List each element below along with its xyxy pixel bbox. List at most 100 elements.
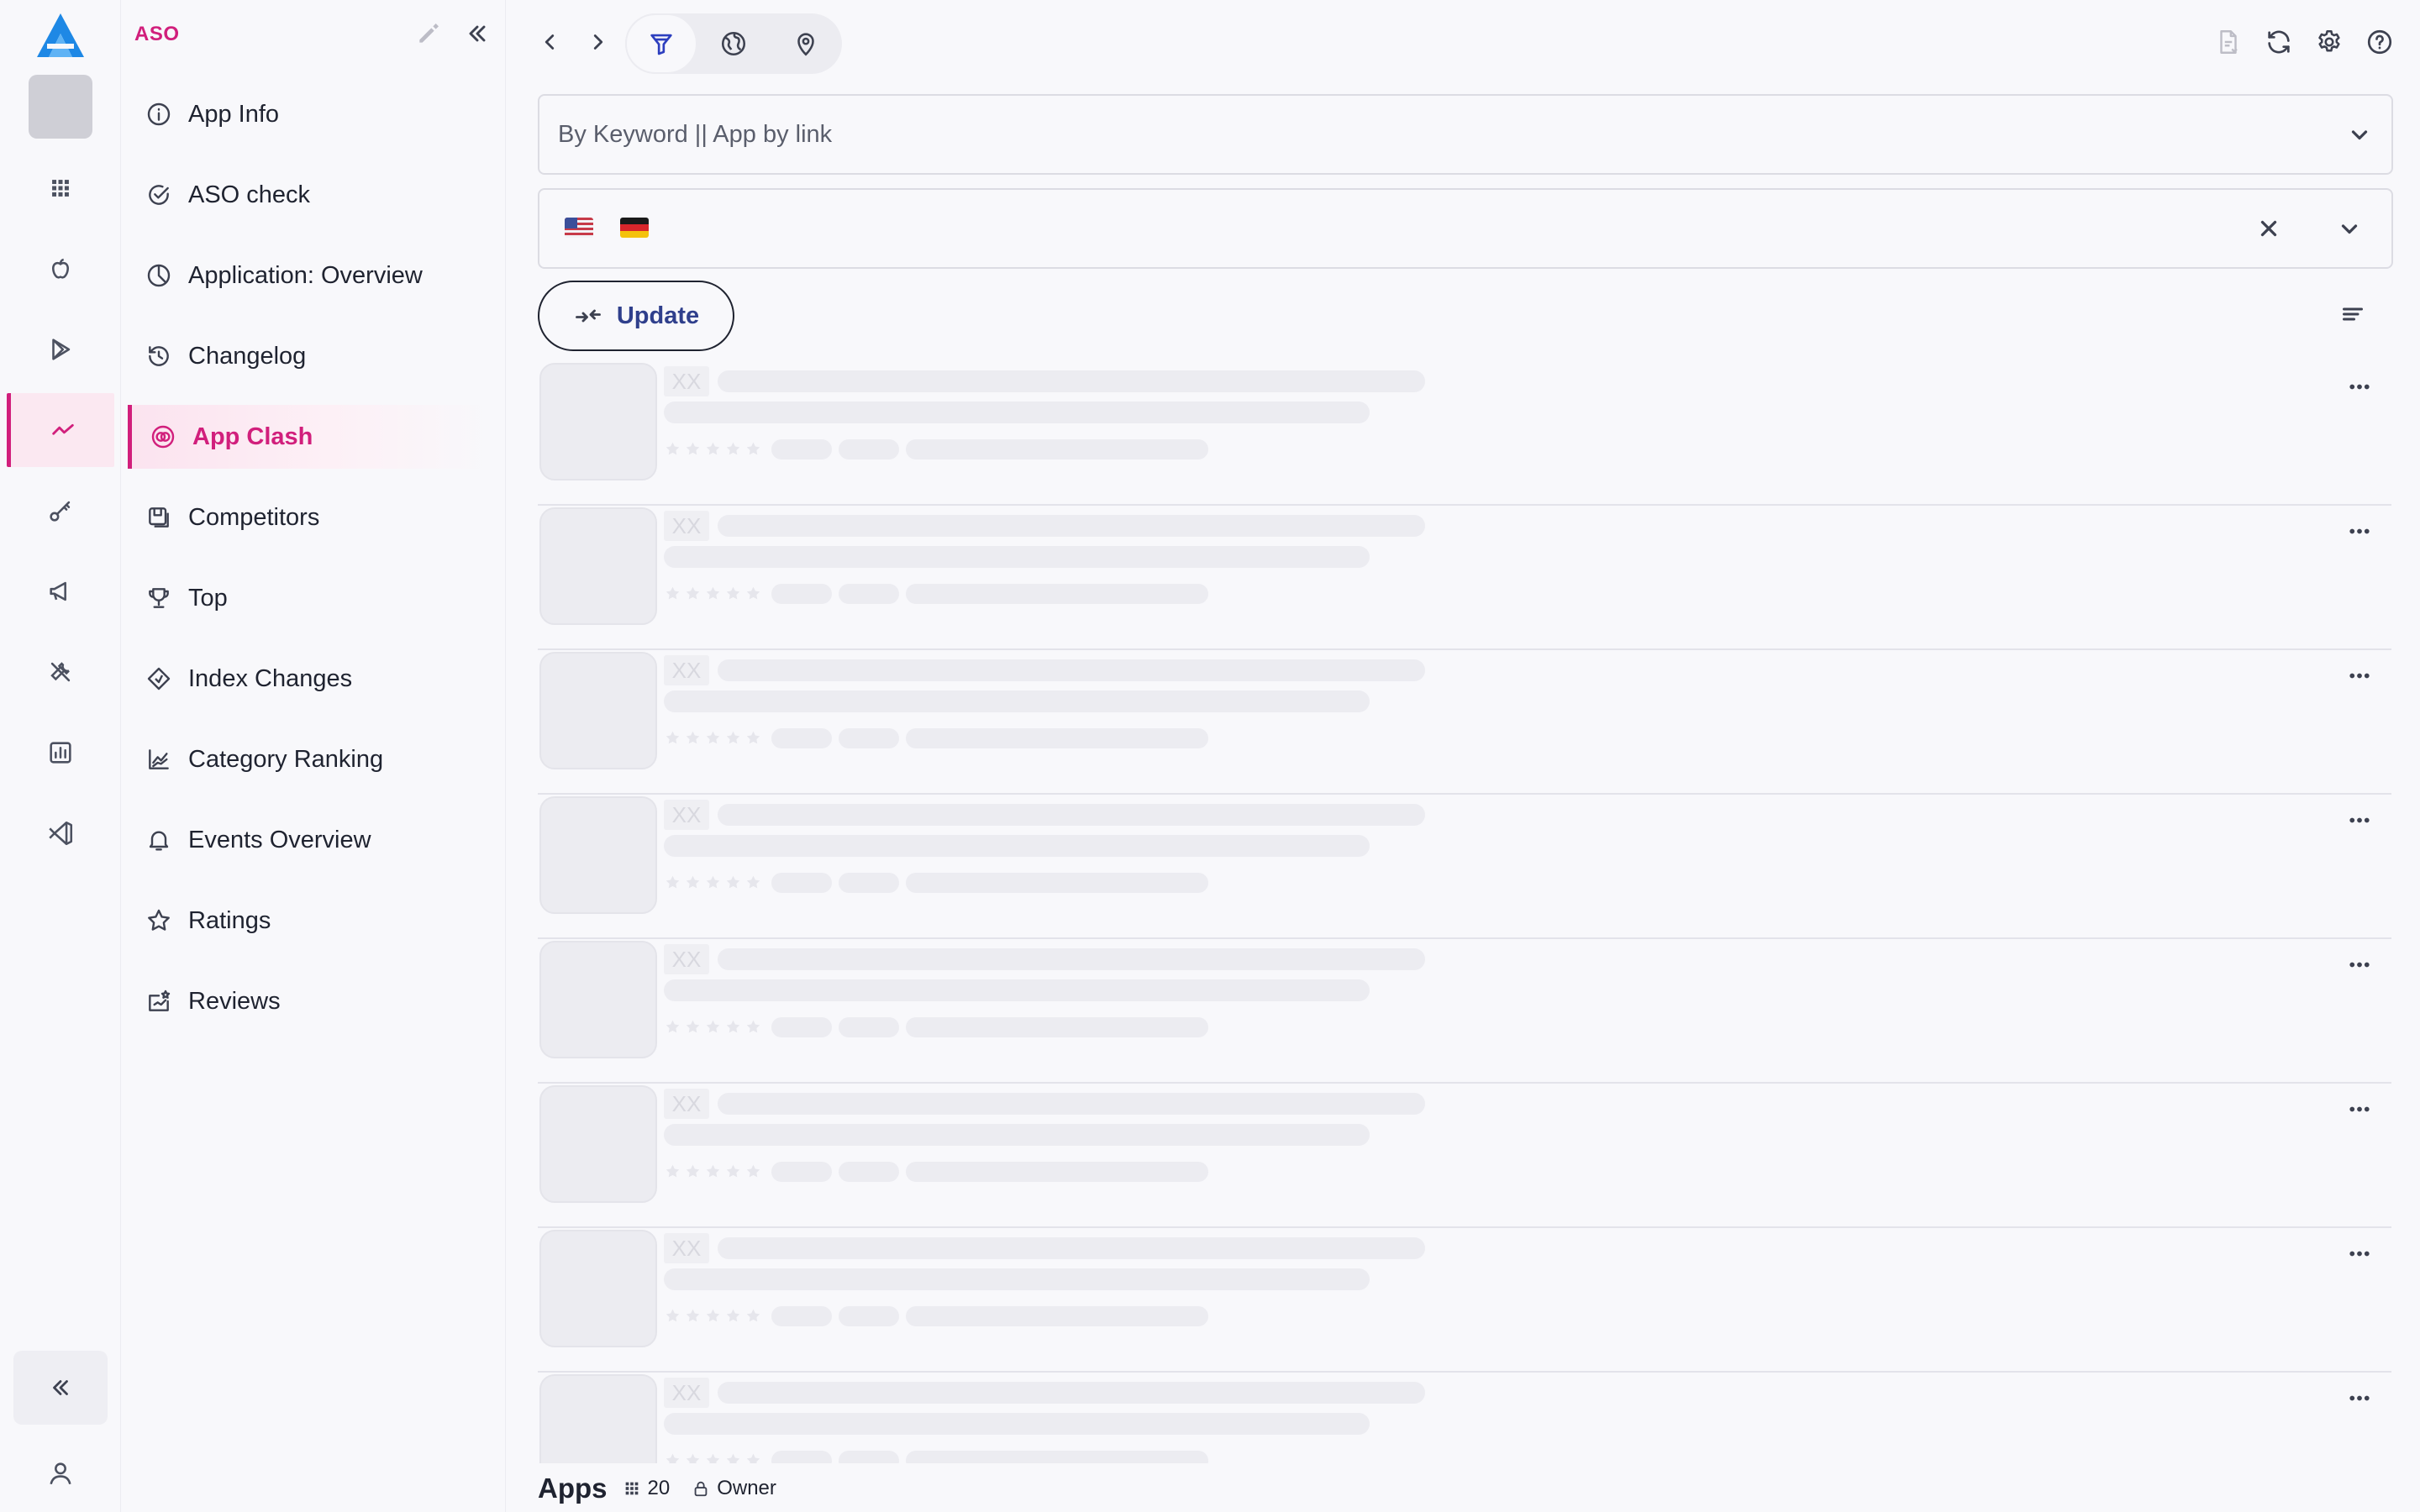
title-placeholder — [718, 1093, 1425, 1115]
collapse-menu-button[interactable] — [464, 20, 494, 50]
chevron-down-icon[interactable] — [2344, 119, 2375, 150]
row-more-button[interactable] — [2343, 517, 2376, 544]
update-button[interactable]: Update — [538, 281, 734, 351]
title-placeholder — [718, 948, 1425, 970]
user-profile-button[interactable] — [37, 1450, 84, 1497]
app-row-skeleton[interactable]: XX — [538, 506, 2391, 650]
app-avatar[interactable] — [29, 75, 92, 139]
menu-item-reviews[interactable]: Reviews — [128, 969, 491, 1033]
menu-item-top[interactable]: Top — [128, 566, 491, 630]
menu-item-events-overview[interactable]: Events Overview — [128, 808, 491, 872]
edit-menu-button[interactable] — [415, 20, 445, 50]
title-placeholder — [718, 370, 1425, 392]
search-input[interactable] — [558, 96, 2306, 173]
rank-placeholder: XX — [664, 366, 709, 396]
meta-placeholder — [771, 1162, 832, 1182]
menu-item-app-clash[interactable]: App Clash — [128, 405, 491, 469]
menu-item-label: Competitors — [188, 503, 320, 531]
star-icon — [706, 731, 720, 744]
help-button[interactable] — [2363, 25, 2396, 59]
rail-tools[interactable] — [7, 635, 114, 709]
app-row-skeleton[interactable]: XX — [538, 939, 2391, 1084]
pencil-icon — [419, 24, 439, 43]
megaphone-icon — [50, 581, 66, 601]
menu-item-category-ranking[interactable]: Category Ranking — [128, 727, 491, 791]
menu-item-ratings[interactable]: Ratings — [128, 889, 491, 953]
app-row-skeleton[interactable]: XX — [538, 1373, 2391, 1463]
star-icon — [726, 1164, 740, 1178]
menu-item-index-changes[interactable]: Index Changes — [128, 647, 491, 711]
rail-keywords[interactable] — [7, 474, 114, 548]
pie-chart-icon — [145, 261, 173, 290]
menu-item-application-overview[interactable]: Application: Overview — [128, 244, 491, 307]
row-more-button[interactable] — [2343, 662, 2376, 689]
menu-item-competitors[interactable]: Competitors — [128, 486, 491, 549]
row-more-button[interactable] — [2343, 373, 2376, 400]
star-icon — [746, 1020, 760, 1033]
double-chevron-left-icon — [469, 25, 486, 42]
row-more-button[interactable] — [2343, 1240, 2376, 1267]
rail-dashboard-grid[interactable] — [7, 151, 114, 225]
keyword-search-field[interactable] — [538, 94, 2393, 175]
flag-us-icon[interactable] — [565, 218, 593, 238]
sort-button[interactable] — [2338, 299, 2371, 333]
globe-toggle[interactable] — [697, 13, 770, 74]
meta-placeholder — [839, 1162, 899, 1182]
meta-placeholder — [771, 873, 832, 893]
rail-google-play[interactable] — [7, 312, 114, 386]
row-more-button[interactable] — [2343, 806, 2376, 833]
chevron-down-icon[interactable] — [2334, 213, 2365, 244]
menu-item-label: Index Changes — [188, 664, 353, 692]
menu-item-changelog[interactable]: Changelog — [128, 324, 491, 388]
user-icon — [50, 1462, 71, 1485]
star-icon — [706, 586, 720, 600]
star-icon — [145, 906, 173, 935]
menu-item-app-info[interactable]: App Info — [128, 82, 491, 146]
star-icon — [746, 586, 760, 600]
clear-selection-icon[interactable] — [2254, 213, 2284, 244]
subtitle-placeholder — [664, 1413, 1370, 1435]
rail-app-store[interactable] — [7, 232, 114, 306]
app-list: XX XX XX XX XX XX XX XX — [538, 361, 2391, 1463]
forward-button[interactable] — [581, 25, 615, 59]
row-more-button[interactable] — [2343, 951, 2376, 978]
row-more-button[interactable] — [2343, 1095, 2376, 1122]
filter-toggle[interactable] — [625, 13, 697, 74]
history-icon — [145, 342, 173, 370]
flag-de-icon[interactable] — [620, 218, 649, 238]
rail-aso[interactable] — [7, 393, 114, 467]
app-row-skeleton[interactable]: XX — [538, 1228, 2391, 1373]
app-row-skeleton[interactable]: XX — [538, 1084, 2391, 1228]
app-row-skeleton[interactable]: XX — [538, 361, 2391, 506]
meta-placeholder — [771, 584, 832, 604]
refresh-button[interactable] — [2262, 25, 2296, 59]
rail-ads[interactable] — [7, 554, 114, 628]
map-pin-icon — [797, 33, 814, 56]
brand-logo-icon[interactable] — [35, 12, 86, 59]
sort-lines-icon — [2343, 307, 2363, 321]
compare-arrows-icon — [575, 309, 601, 323]
rating-placeholder — [664, 585, 762, 602]
export-button[interactable] — [2212, 25, 2245, 59]
meta-placeholder — [906, 584, 1208, 604]
rail-reports[interactable] — [7, 716, 114, 790]
rail-integrations[interactable] — [7, 796, 114, 870]
country-select[interactable] — [538, 188, 2393, 269]
more-horizontal-icon — [2349, 1395, 2370, 1400]
app-count: 20 — [623, 1477, 670, 1500]
app-row-skeleton[interactable]: XX — [538, 650, 2391, 795]
row-more-button[interactable] — [2343, 1384, 2376, 1411]
icon-rail — [0, 0, 121, 1512]
collapse-sidebar-button[interactable] — [13, 1351, 108, 1425]
meta-placeholder — [771, 1017, 832, 1037]
star-icon — [706, 1453, 720, 1463]
app-row-skeleton[interactable]: XX — [538, 795, 2391, 939]
star-icon — [666, 875, 680, 889]
settings-button[interactable] — [2312, 25, 2346, 59]
menu-item-aso-check[interactable]: ASO check — [128, 163, 491, 227]
back-button[interactable] — [533, 25, 566, 59]
filter-icon — [650, 34, 672, 55]
star-icon — [706, 442, 720, 455]
vscode-icon — [49, 821, 73, 846]
location-toggle[interactable] — [770, 13, 842, 74]
